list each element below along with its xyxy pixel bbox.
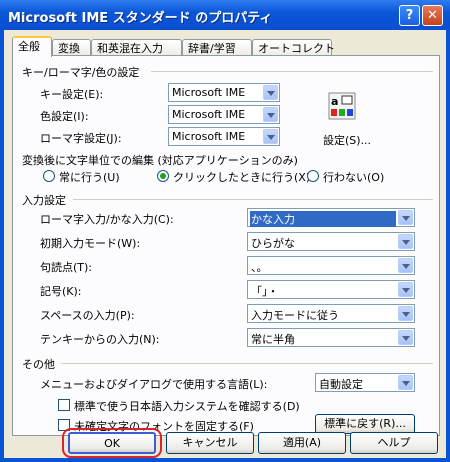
radio-always[interactable] [43,170,55,182]
window-title: Microsoft IME スタンダード のプロパティ [8,11,273,26]
color-setting-select[interactable]: Microsoft IME [168,105,280,124]
chevron-down-icon[interactable] [263,107,278,122]
input-group-title: 入力設定 [22,194,66,207]
tab-conversion[interactable]: 変換 [52,39,91,56]
key-setting-select[interactable]: Microsoft IME [168,83,280,102]
group-divider [73,199,433,200]
apply-button[interactable]: 適用(A) [258,432,346,454]
title-bar[interactable]: Microsoft IME スタンダード のプロパティ ? ✕ [0,0,450,30]
tab-dictionary[interactable]: 辞書/学習 [182,39,252,56]
romaji-setting-label: ローマ字設定(J): [40,132,122,145]
radio-on-click-label: クリックしたときに行う(X) [173,171,311,184]
radio-never-label: 行わない(O) [323,171,385,184]
reset-default-button[interactable]: 標準に戻す(R)... [315,414,415,434]
chevron-down-icon[interactable] [398,306,413,321]
symbol-select[interactable]: 「」・ [247,280,415,299]
initial-mode-select[interactable]: ひらがな [247,232,415,251]
chevron-down-icon[interactable] [398,210,413,225]
chevron-down-icon[interactable] [263,129,278,144]
punctuation-select[interactable]: 、。 [247,256,415,275]
tenkey-input-label: テンキーからの入力(N): [40,333,160,346]
ok-highlight-ring [62,428,162,458]
group-divider [61,363,433,364]
space-input-select[interactable]: 入力モードに従う [247,304,415,323]
confirm-default-ime-checkbox[interactable] [58,399,70,411]
radio-never[interactable] [307,170,319,182]
help-icon[interactable]: ? [399,5,420,26]
key-setting-label: キー設定(E): [40,88,104,101]
romaji-setting-select[interactable]: Microsoft IME [168,127,280,146]
help-button[interactable]: ヘルプ [350,432,438,454]
ui-language-select[interactable]: 自動設定 [315,373,415,392]
space-input-label: スペースの入力(P): [40,309,135,322]
chevron-down-icon[interactable] [398,282,413,297]
ui-language-label: メニューおよびダイアログで使用する言語(L): [40,378,268,391]
group-keys-title: キー/ローマ字/色の設定 [22,66,140,79]
cancel-button[interactable]: キャンセル [166,432,254,454]
other-group-title: その他 [22,358,55,371]
edit-group-title: 変換後に文字単位での編集 (対応アプリケーションのみ) [22,154,298,167]
tab-mixed-input[interactable]: 和英混在入力 [91,39,182,56]
radio-on-click[interactable] [157,170,169,182]
romaji-kana-label: ローマ字入力/かな入力(C): [40,213,174,226]
romaji-kana-select[interactable]: かな入力 [247,208,415,227]
color-setting-label: 色設定(I): [40,110,89,123]
tenkey-input-select[interactable]: 常に半角 [247,328,415,347]
dialog-client: 全般 変換 和英混在入力 辞書/学習 オートコレクト キー/ローマ字/色の設定 … [4,30,446,458]
close-icon[interactable]: ✕ [422,5,443,26]
settings-button[interactable]: 設定(S)... [323,132,371,148]
group-divider [151,71,433,72]
chevron-down-icon[interactable] [398,258,413,273]
symbol-label: 記号(K): [40,285,82,298]
chevron-down-icon[interactable] [263,85,278,100]
chevron-down-icon[interactable] [398,330,413,345]
punctuation-label: 句読点(T): [40,261,93,274]
ime-settings-icon[interactable]: a [328,92,356,120]
svg-text:a: a [331,95,338,108]
tab-general[interactable]: 全般 [12,36,52,57]
properties-dialog: Microsoft IME スタンダード のプロパティ ? ✕ 全般 変換 和英… [0,0,450,462]
general-panel: キー/ローマ字/色の設定 キー設定(E): Microsoft IME 色設定(… [12,55,440,436]
radio-always-label: 常に行う(U) [59,171,120,184]
tab-autocorrect[interactable]: オートコレクト [252,39,335,56]
confirm-default-ime-label: 標準で使う日本語入力システムを確認する(D) [74,400,300,413]
chevron-down-icon[interactable] [398,234,413,249]
initial-mode-label: 初期入力モード(W): [40,237,141,250]
chevron-down-icon[interactable] [398,375,413,390]
